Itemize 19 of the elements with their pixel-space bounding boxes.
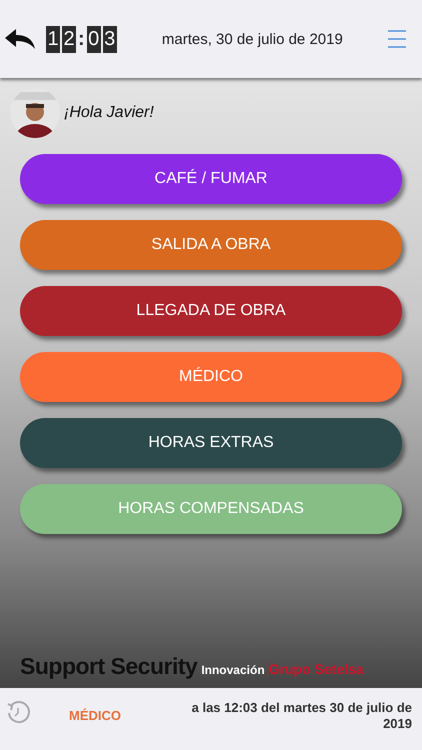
- clock-digit: :: [78, 28, 85, 50]
- clock-digit: 1: [46, 26, 60, 52]
- action-button[interactable]: CAFÉ / FUMAR: [20, 154, 402, 204]
- clock-digit: 2: [62, 26, 76, 52]
- history-icon: [6, 700, 30, 724]
- logo-group: Grupo Setelsa: [266, 661, 364, 677]
- last-event-time: a las 12:03 del martes 30 de julio de 2019: [190, 700, 412, 732]
- menu-icon[interactable]: [388, 29, 406, 49]
- action-button[interactable]: HORAS EXTRAS: [20, 418, 402, 468]
- logo-tagline: Innovación: [201, 663, 265, 677]
- logo-brand: Support Security: [20, 653, 198, 680]
- clock-digit: 0: [86, 26, 101, 52]
- action-button[interactable]: SALIDA A OBRA: [20, 220, 402, 270]
- back-icon[interactable]: [4, 27, 36, 51]
- last-event-label: MÉDICO: [68, 708, 122, 723]
- action-button[interactable]: LLEGADA DE OBRA: [20, 286, 402, 336]
- greeting-text: ¡Hola Javier!: [64, 104, 154, 122]
- date-label: martes, 30 de julio de 2019: [160, 30, 344, 48]
- clock-digit: 3: [102, 26, 117, 52]
